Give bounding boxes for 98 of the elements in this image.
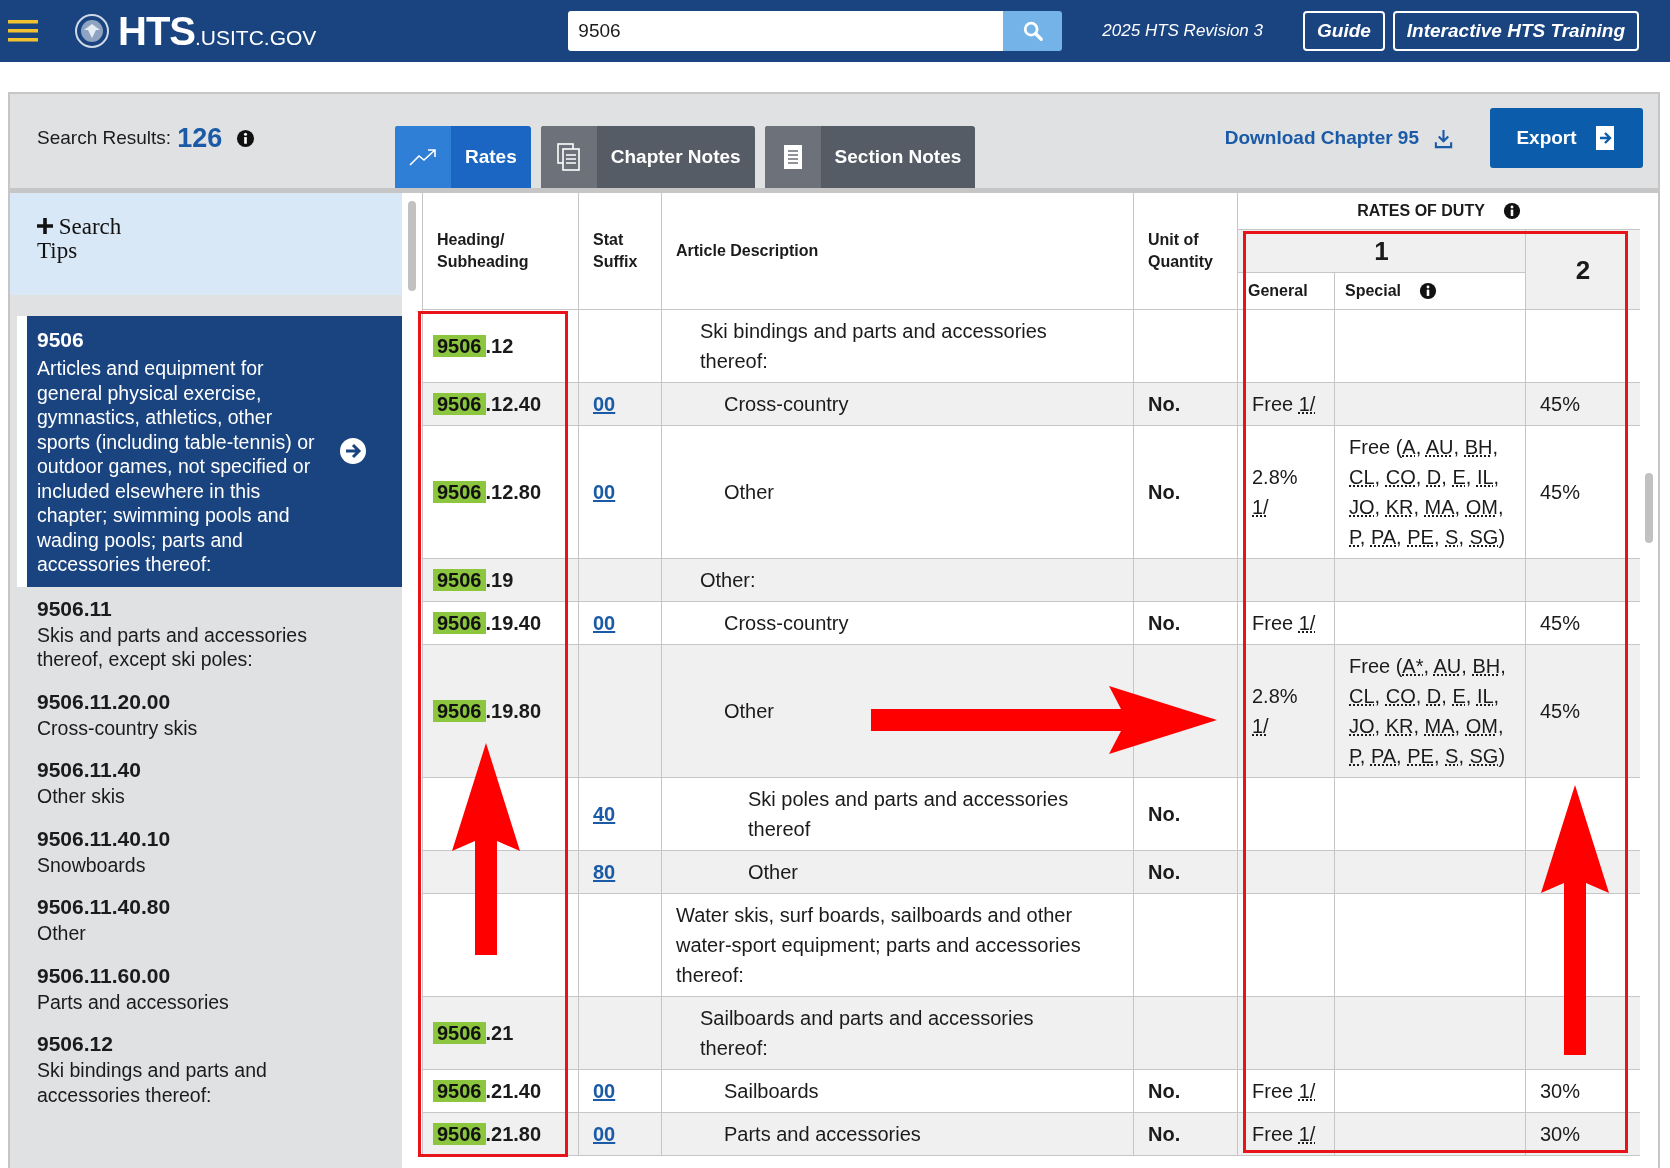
result-code: 9506.11.40 xyxy=(37,757,142,783)
special-rate: Free (A*, AU, BH, CL, CO, D, E, IL, JO, KR, MA, OM, P, PA, PE, S, SG) xyxy=(1349,655,1506,767)
info-icon[interactable] xyxy=(236,128,256,148)
column-header: Article Description xyxy=(661,193,1134,310)
article-description: Parts and accessories xyxy=(724,1123,921,1145)
article-description: Sailboards xyxy=(724,1080,819,1102)
scrollbar[interactable] xyxy=(408,201,416,291)
result-code: 9506.11.40.80 xyxy=(37,894,172,920)
column-2-rate: 30% xyxy=(1540,1123,1581,1145)
stat-suffix-link[interactable]: 00 xyxy=(593,1123,616,1145)
result-item[interactable]: 9506.11.20.00 Cross-country skis xyxy=(10,679,402,748)
result-code: 9506.11.40.10 xyxy=(37,825,172,852)
article-description: Sailboards and parts and accessories thereof: xyxy=(700,1007,1034,1059)
unit-text: No. xyxy=(1148,1080,1181,1102)
seal-icon xyxy=(74,13,110,49)
column-group-header: RATES OF DUTY xyxy=(1237,193,1641,230)
export-button[interactable]: Export xyxy=(1490,108,1643,168)
tab[interactable]: Rates xyxy=(395,126,531,188)
unit-text: No. xyxy=(1148,481,1181,503)
results-count: 126 xyxy=(177,122,223,154)
plus-icon xyxy=(37,218,53,234)
results-label: Search Results: xyxy=(37,127,172,149)
general-rate: Free 1/ xyxy=(1252,1080,1316,1102)
column-2-rate: 45% xyxy=(1540,481,1581,503)
general-rate: Free 1/ xyxy=(1252,393,1316,415)
article-description: Cross-country xyxy=(724,393,849,415)
header-button[interactable]: Interactive HTS Training xyxy=(1392,11,1640,51)
special-rate: Free (A, AU, BH, CL, CO, D, E, IL, JO, KR, MA, OM, P, PA, PE, S, SG) xyxy=(1349,436,1506,548)
column-2-rate: 45% xyxy=(1540,393,1581,415)
column-header: Heading/ Subheading xyxy=(422,193,579,310)
result-code: 9506.11.60.00 xyxy=(37,962,172,989)
general-rate: 2.8% 1/ xyxy=(1252,685,1298,737)
result-code: 9506.11 xyxy=(37,595,113,622)
result-item[interactable]: 9506.11.40.10 Snowboards xyxy=(10,816,402,885)
article-description: Ski bindings and parts and accessories thereof: xyxy=(700,320,1047,372)
column-header: Stat Suffix xyxy=(578,193,662,310)
result-item[interactable]: 9506.12 Ski bindings and parts and accessories thereof: xyxy=(10,1022,402,1115)
stat-suffix-link[interactable]: 00 xyxy=(593,481,616,503)
document-icon xyxy=(782,144,803,170)
tab[interactable]: Section Notes xyxy=(764,126,976,188)
article-description: Other xyxy=(748,861,799,883)
logo-text: HTS xyxy=(118,8,195,54)
result-item[interactable] xyxy=(17,316,402,587)
result-description: Other skis xyxy=(37,784,126,809)
search-tips-button[interactable]: Search Tips xyxy=(37,215,147,263)
documents-icon xyxy=(556,143,581,171)
result-description: Parts and accessories xyxy=(37,989,230,1014)
stat-suffix-link[interactable]: 00 xyxy=(593,1080,616,1102)
article-description: Cross-country xyxy=(724,612,849,634)
stat-suffix-link[interactable]: 40 xyxy=(593,803,616,825)
arrow-right-icon[interactable] xyxy=(339,437,367,466)
result-code: 9506.11.20.00 xyxy=(37,688,172,715)
header-button[interactable]: Guide xyxy=(1303,11,1385,51)
download-icon xyxy=(1433,127,1454,149)
general-rate: 2.8% 1/ xyxy=(1252,466,1298,518)
unit-text: No. xyxy=(1148,803,1181,825)
info-icon[interactable] xyxy=(1502,202,1521,220)
stat-suffix-link[interactable]: 80 xyxy=(593,861,616,883)
general-rate: Free 1/ xyxy=(1252,1123,1316,1145)
result-description: Other xyxy=(37,921,87,946)
result-code: 9506.12 xyxy=(37,1031,114,1057)
article-description: Other xyxy=(724,481,775,503)
menu-icon[interactable] xyxy=(8,20,38,42)
scrollbar[interactable] xyxy=(1645,473,1653,543)
stat-suffix-link[interactable]: 00 xyxy=(593,612,616,634)
column-2-rate: 45% xyxy=(1540,612,1581,634)
trend-icon xyxy=(408,147,438,167)
stat-suffix-link[interactable]: 00 xyxy=(593,393,616,415)
logo-domain: .USITC.GOV xyxy=(195,26,317,50)
result-item[interactable]: 9506.11.40 Other skis xyxy=(10,748,402,817)
general-rate: Free 1/ xyxy=(1252,612,1316,634)
unit-text: No. xyxy=(1148,612,1181,634)
result-description: Ski bindings and parts and accessories thereof: xyxy=(37,1058,268,1107)
article-description: Other xyxy=(724,700,775,722)
result-item[interactable]: 9506.11.60.00 Parts and accessories xyxy=(10,953,402,1022)
info-icon[interactable] xyxy=(1419,282,1438,300)
unit-text: No. xyxy=(1148,1123,1181,1145)
result-description: Snowboards xyxy=(37,852,147,877)
revision-label: 2025 HTS Revision 3 xyxy=(1102,21,1263,41)
result-item[interactable]: 9506.11.40.80 Other xyxy=(10,885,402,954)
result-description: Skis and parts and accessories thereof, except ski poles: xyxy=(37,622,308,672)
article-description: Ski poles and parts and accessories thereof xyxy=(748,788,1069,840)
result-item[interactable]: 9506.11 Skis and parts and accessories thereof, except ski poles: xyxy=(10,586,402,680)
search-field[interactable]: 9506 xyxy=(568,11,1004,51)
tab[interactable]: Chapter Notes xyxy=(540,126,755,188)
result-description: Cross-country skis xyxy=(37,715,199,740)
search-icon xyxy=(1021,20,1044,42)
unit-text: No. xyxy=(1148,393,1181,415)
result-code: 9506 xyxy=(37,327,85,353)
download-link[interactable]: Download Chapter 95 xyxy=(1224,127,1454,149)
article-description: Water skis, surf boards, sailboards and other water-sport equipment; parts and accessories thereof: xyxy=(676,904,1081,986)
result-description: Articles and equipment for general physical exercise, gymnastics, athletics, other sports (including table-tennis) or outdoor games, not specified or included elsewhere in this chapter; swimming pools and wading pools; parts and accessories thereof: xyxy=(37,356,316,577)
column-2-rate: 30% xyxy=(1540,1080,1581,1102)
column-header: Special xyxy=(1334,272,1526,310)
column-2-rate: 45% xyxy=(1540,700,1581,722)
column-header: Unit of Quantity xyxy=(1133,193,1238,310)
unit-text: No. xyxy=(1148,861,1181,883)
article-description: Other: xyxy=(700,569,756,591)
